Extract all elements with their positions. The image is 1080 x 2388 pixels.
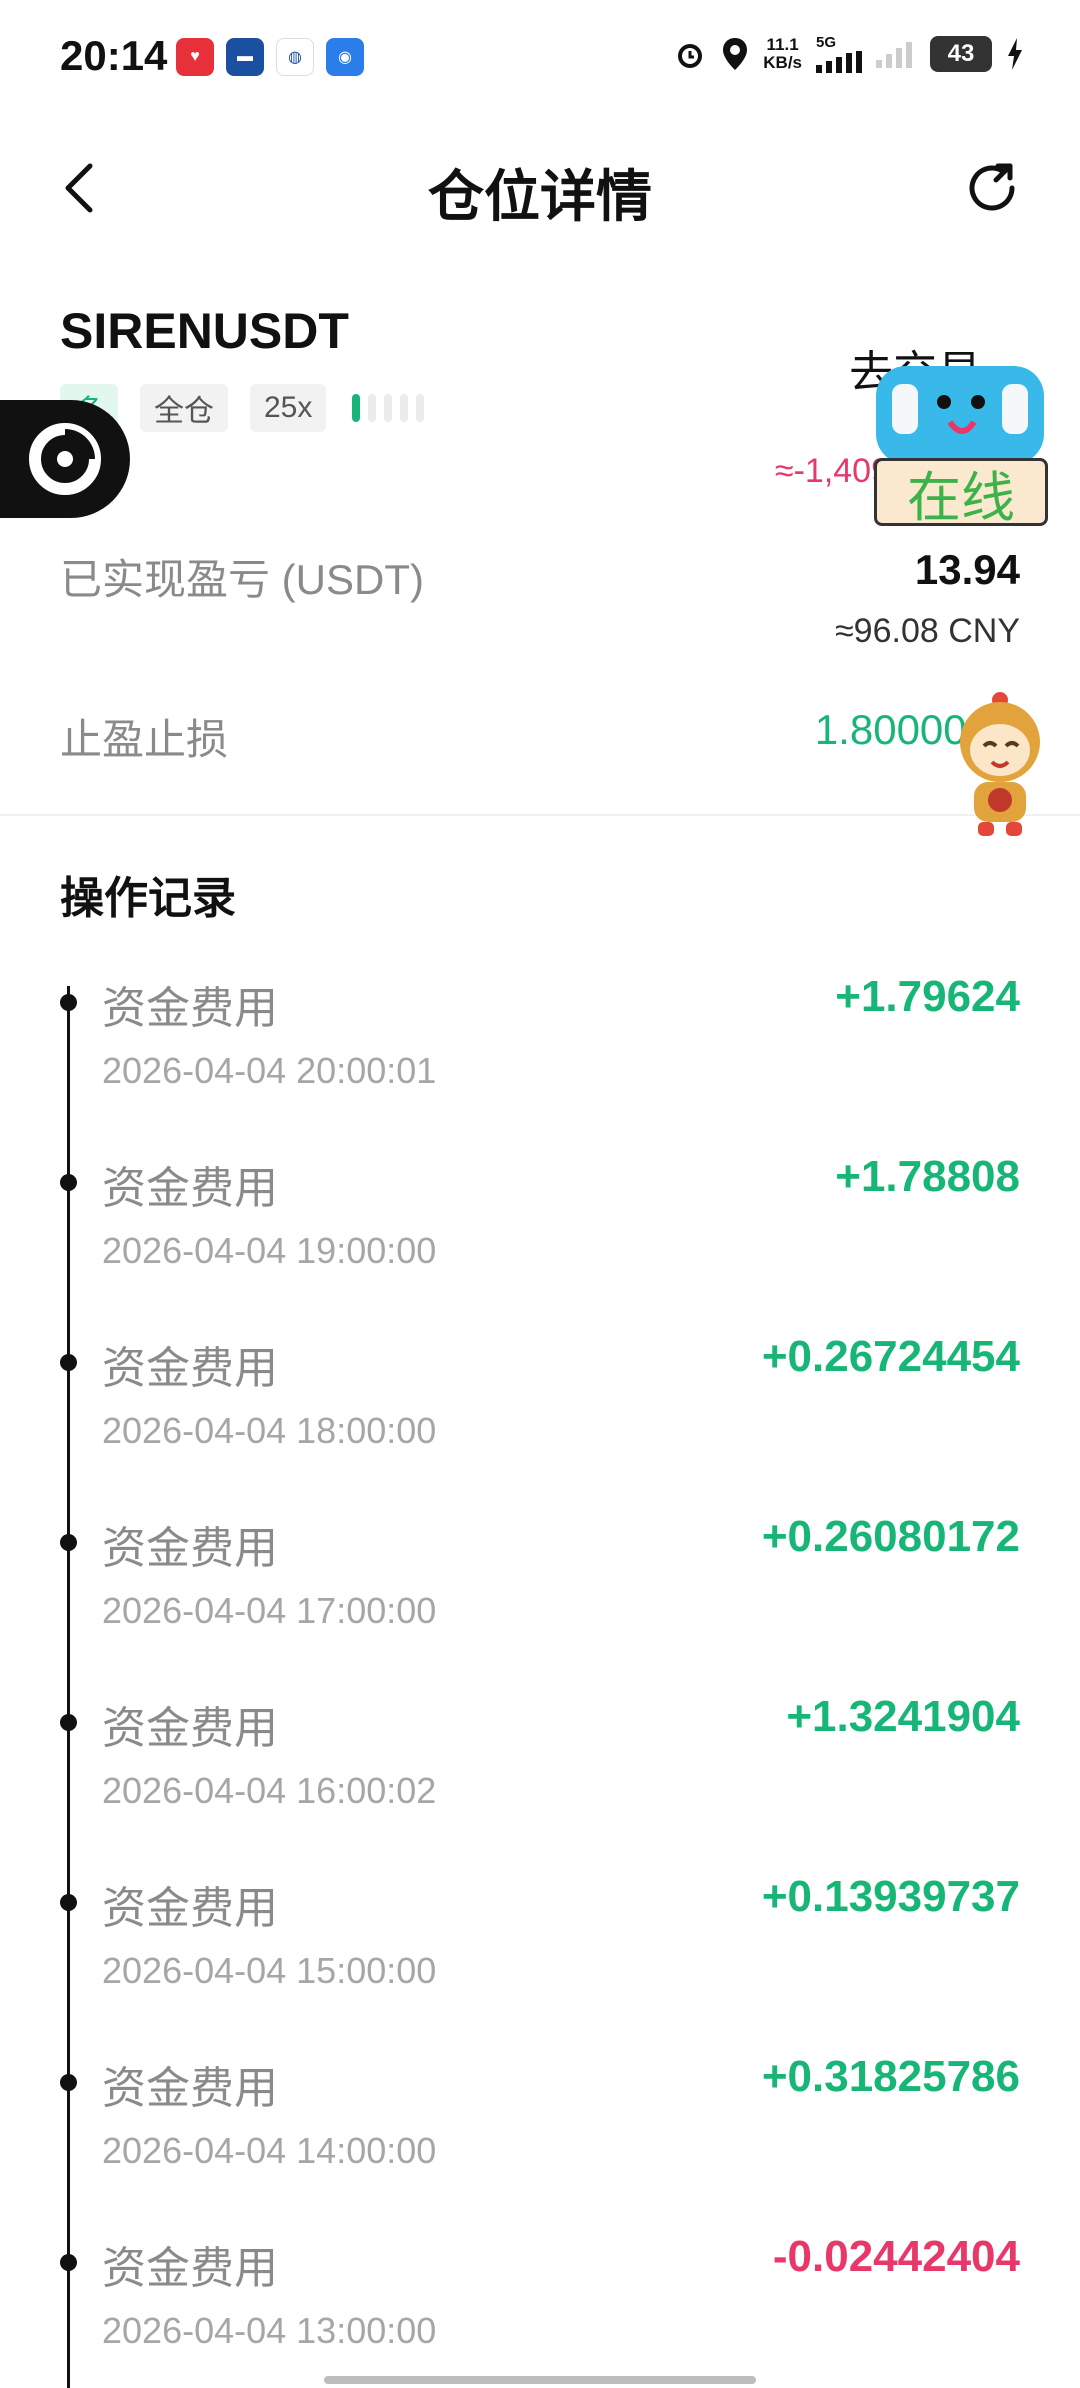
page-title: 仓位详情 — [428, 165, 652, 228]
record-amount: +0.31825786 — [761, 2052, 1020, 2101]
timeline-dot — [60, 994, 77, 1011]
record-type: 资金费用 — [102, 1524, 278, 1573]
signal-icon — [816, 51, 862, 73]
list-item: 资金费用 2026-04-04 19:00:00 +1.78808 — [60, 1150, 1020, 1330]
net-speed: 11.1 KB/s — [763, 34, 802, 72]
list-item: 资金费用 2026-04-04 15:00:00 +0.13939737 — [60, 1870, 1020, 2050]
refresh-icon[interactable] — [962, 158, 1022, 218]
timeline-dot — [60, 1534, 77, 1551]
charging-icon — [1008, 37, 1022, 70]
timeline-dot — [60, 1354, 77, 1371]
record-time: 2026-04-04 13:00:00 — [102, 2310, 437, 2351]
list-item: 资金费用 2026-04-04 20:00:01 +1.79624 — [60, 970, 1020, 1150]
record-time: 2026-04-04 15:00:00 — [102, 1950, 437, 1991]
record-type: 资金费用 — [102, 1884, 278, 1933]
floating-assistant-button[interactable] — [0, 400, 130, 518]
record-amount: -0.02442404 — [772, 2232, 1020, 2281]
record-amount: +0.13939737 — [761, 1872, 1020, 1921]
record-amount: +0.26724454 — [761, 1332, 1020, 1381]
timeline-dot — [60, 1714, 77, 1731]
battery-indicator: 43 — [930, 35, 992, 72]
realized-pnl-cny: ≈96.08 CNY — [835, 612, 1020, 650]
location-icon — [723, 37, 748, 70]
margin-mode-tag: 全仓 — [140, 384, 228, 432]
list-item: 资金费用 2026-04-04 14:00:00 +0.31825786 — [60, 2050, 1020, 2230]
record-type: 资金费用 — [102, 984, 278, 1033]
record-type: 资金费用 — [102, 1164, 278, 1213]
realized-pnl-value: 13.94 — [914, 546, 1020, 593]
status-time: 20:14 — [60, 32, 168, 79]
list-item: 资金费用 2026-04-04 13:00:00 -0.02442404 — [60, 2230, 1020, 2388]
broadcast-notification-icon: ◉ — [326, 38, 364, 76]
record-type: 资金费用 — [102, 2064, 278, 2113]
record-type: 资金费用 — [102, 1704, 278, 1753]
record-amount: +1.78808 — [835, 1152, 1020, 1201]
timeline-dot — [60, 1894, 77, 1911]
signal-5g: 5G — [816, 34, 862, 73]
symbol-name: SIRENUSDT — [60, 303, 349, 359]
status-bar: 20:14 ♥ ▬ ◍ ◉ 11.1 KB/s 5G 43 — [0, 0, 1080, 118]
monkey-mascot-icon[interactable] — [940, 690, 1060, 840]
timeline-dot — [60, 2254, 77, 2271]
pie-chart-icon — [29, 423, 101, 495]
record-time: 2026-04-04 20:00:01 — [102, 1050, 437, 1091]
record-time: 2026-04-04 16:00:02 — [102, 1770, 437, 1811]
record-amount: +0.26080172 — [761, 1512, 1020, 1561]
app-notification-icon: ♥ — [176, 38, 214, 76]
tpsl-label: 止盈止损 — [60, 716, 229, 763]
status-right: 11.1 KB/s 5G 43 — [673, 34, 1024, 73]
record-type: 资金费用 — [102, 2244, 278, 2293]
record-time: 2026-04-04 19:00:00 — [102, 1230, 437, 1271]
leverage-tag: 25x — [250, 384, 327, 432]
record-time: 2026-04-04 14:00:00 — [102, 2130, 437, 2171]
risk-level-bar — [352, 394, 425, 422]
notification-icons: ♥ ▬ ◍ ◉ — [176, 38, 364, 76]
alarm-icon — [678, 43, 703, 68]
section-divider — [0, 814, 1080, 816]
realized-pnl-label: 已实现盈亏 (USDT) — [60, 556, 424, 603]
bank-notification-icon: ◍ — [276, 38, 314, 76]
card-notification-icon: ▬ — [226, 38, 264, 76]
list-item: 资金费用 2026-04-04 16:00:02 +1.3241904 — [60, 1690, 1020, 1870]
online-status-badge[interactable]: 在线 — [874, 458, 1048, 528]
header: 仓位详情 — [0, 118, 1080, 258]
record-type: 资金费用 — [102, 1344, 278, 1393]
timeline-dot — [60, 1174, 77, 1191]
record-amount: +1.3241904 — [786, 1692, 1020, 1741]
signal-weak-icon — [876, 41, 912, 68]
record-amount: +1.79624 — [835, 972, 1020, 1021]
record-time: 2026-04-04 17:00:00 — [102, 1590, 437, 1631]
list-item: 资金费用 2026-04-04 18:00:00 +0.26724454 — [60, 1330, 1020, 1510]
list-item: 资金费用 2026-04-04 17:00:00 +0.26080172 — [60, 1510, 1020, 1690]
records-title: 操作记录 — [60, 874, 236, 923]
timeline-dot — [60, 2074, 77, 2091]
home-indicator[interactable] — [324, 2376, 756, 2384]
record-time: 2026-04-04 18:00:00 — [102, 1410, 437, 1451]
